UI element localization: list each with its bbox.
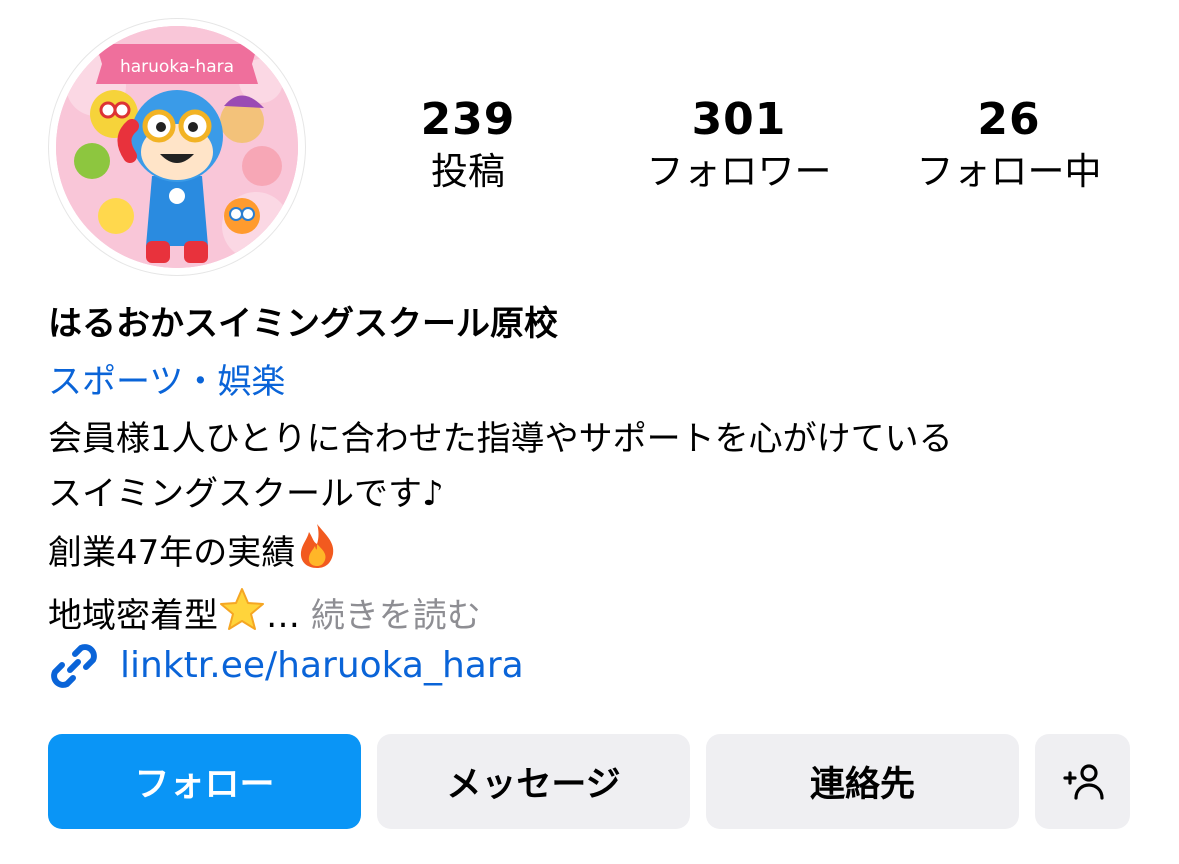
- profile-link[interactable]: linktr.ee/haruoka_hara: [48, 640, 524, 692]
- bio-line-3-text: 創業47年の実績: [48, 533, 296, 573]
- category-label[interactable]: スポーツ・娯楽: [48, 359, 285, 405]
- bio: 会員様1人ひとりに合わせた指導やサポートを心がけている スイミングスクールです♪…: [48, 412, 1158, 650]
- link-text[interactable]: linktr.ee/haruoka_hara: [120, 640, 524, 692]
- stat-followers[interactable]: 301 フォロワー: [625, 94, 853, 196]
- display-name: はるおかスイミングスクール原校: [48, 304, 558, 344]
- contact-button-label: 連絡先: [809, 765, 915, 805]
- read-more-link[interactable]: 続きを読む: [311, 596, 481, 636]
- stat-posts[interactable]: 239 投稿: [405, 94, 531, 196]
- link-icon: [51, 644, 97, 688]
- contact-button[interactable]: 連絡先: [706, 734, 1019, 829]
- avatar-image: haruoka-hara: [56, 26, 298, 268]
- posts-label: 投稿: [431, 150, 505, 193]
- posts-count: 239: [420, 94, 516, 145]
- profile-avatar[interactable]: haruoka-hara: [48, 18, 306, 276]
- follow-button[interactable]: フォロー: [48, 734, 361, 829]
- message-button[interactable]: メッセージ: [377, 734, 690, 829]
- fire-emoji: [295, 522, 339, 587]
- add-person-icon: [1062, 763, 1104, 800]
- bio-line-1: 会員様1人ひとりに合わせた指導やサポートを心がけている: [48, 419, 953, 459]
- bio-line-3: 創業47年の実績: [48, 522, 1158, 587]
- bio-ellipsis: …: [266, 596, 300, 636]
- following-label: フォロー中: [916, 150, 1102, 193]
- bio-line-4-text: 地域密着型: [48, 596, 218, 636]
- follow-button-label: フォロー: [134, 765, 275, 805]
- followers-label: フォロワー: [646, 150, 832, 193]
- add-user-button[interactable]: [1035, 734, 1130, 829]
- following-count: 26: [977, 94, 1041, 145]
- stat-following[interactable]: 26 フォロー中: [900, 94, 1118, 196]
- followers-count: 301: [691, 94, 787, 145]
- bio-line-2: スイミングスクールです♪: [48, 474, 444, 514]
- message-button-label: メッセージ: [446, 765, 621, 805]
- avatar-banner-text: haruoka-hara: [120, 57, 234, 77]
